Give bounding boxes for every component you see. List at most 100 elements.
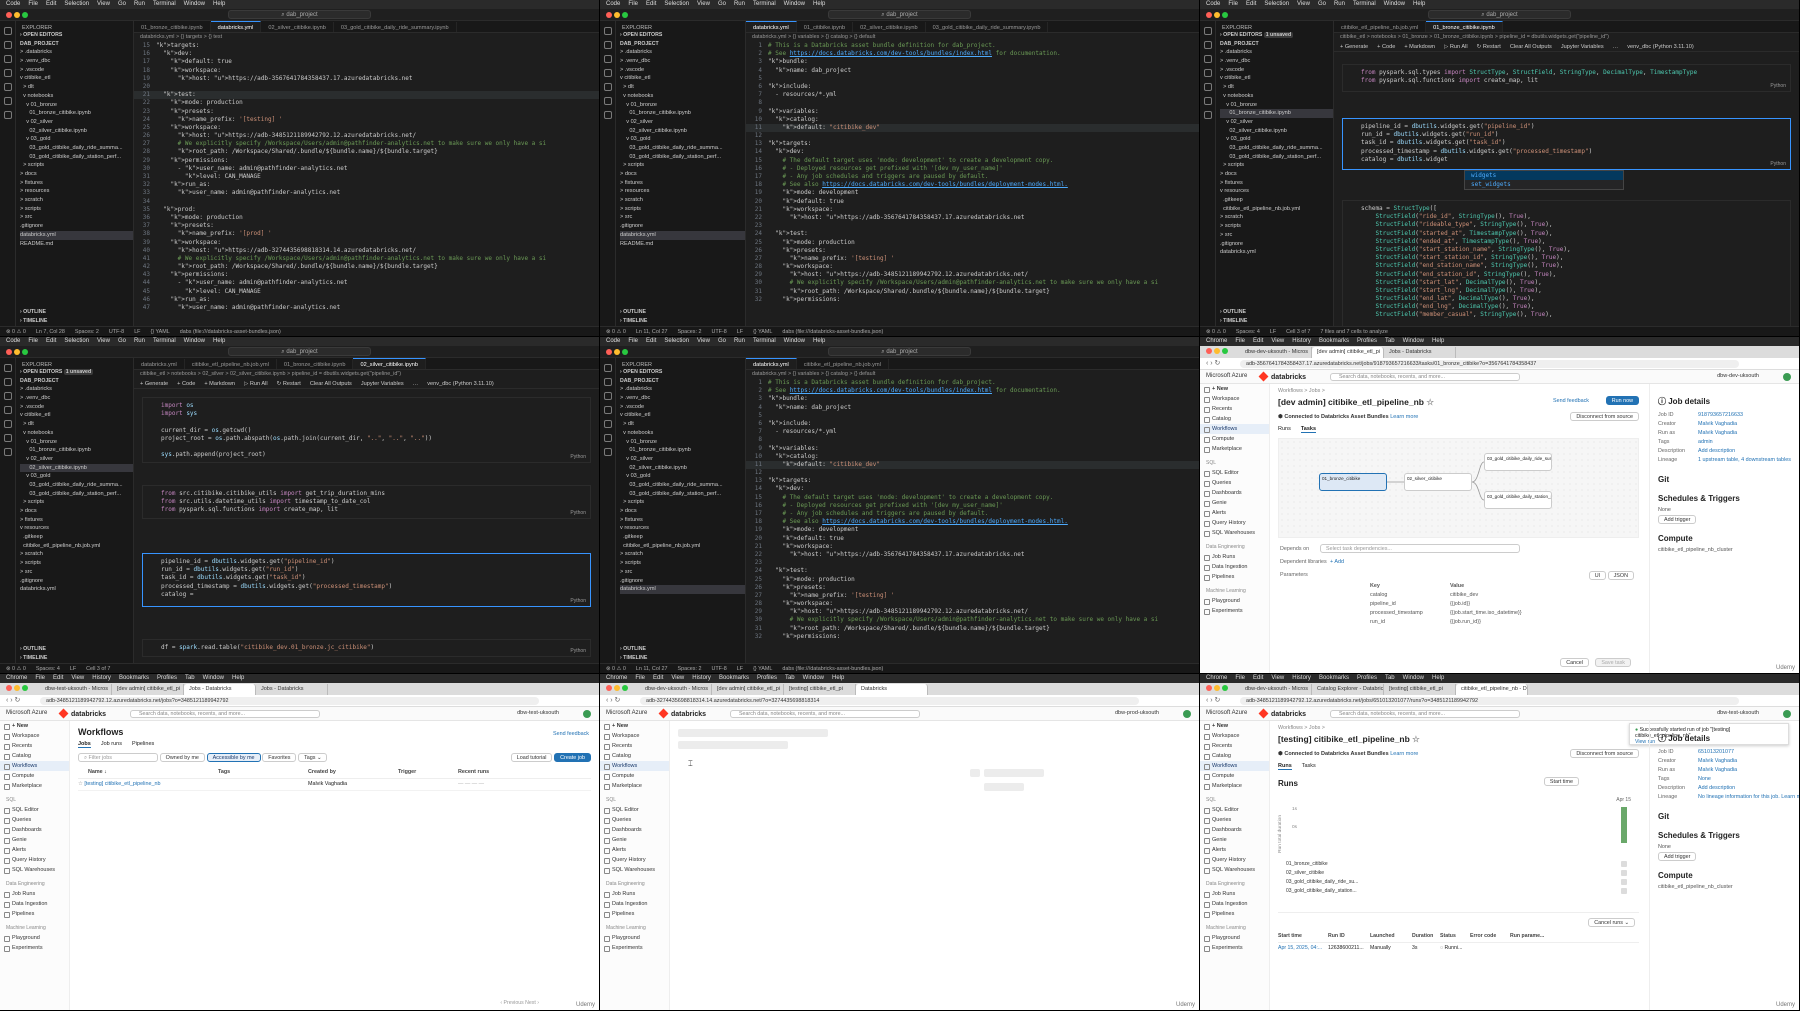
- filter-chip[interactable]: Owned by me: [159, 753, 205, 762]
- task-run-cell[interactable]: [1621, 888, 1627, 894]
- menu-item[interactable]: Code: [606, 1, 620, 7]
- code-editor[interactable]: 15 "k">targets: 16 "k">dev: 17 "k">default:…: [134, 42, 599, 326]
- tree-item[interactable]: > docs: [620, 170, 745, 179]
- notebook-toolbar-button[interactable]: + Code: [177, 381, 195, 387]
- files-icon[interactable]: [3, 27, 12, 35]
- star-icon[interactable]: ☆: [1412, 734, 1420, 744]
- workspace-selector[interactable]: dbw-prod-uksouth: [1115, 710, 1159, 716]
- browser-tab[interactable]: Jobs - Databricks: [1384, 347, 1456, 358]
- menu-item[interactable]: Edit: [46, 338, 56, 344]
- menu-item[interactable]: Chrome: [606, 675, 627, 681]
- breadcrumb[interactable]: databricks.yml > {} variables > {} catal…: [746, 370, 1199, 379]
- menu-item[interactable]: Profiles: [1357, 675, 1377, 681]
- nav-arrows-icon[interactable]: ‹ › ↻: [6, 696, 20, 704]
- tree-item[interactable]: 02_silver_citibike.ipynb: [620, 127, 745, 136]
- sidebar-item[interactable]: Pipelines: [600, 909, 669, 919]
- run-debug-icon[interactable]: [3, 406, 12, 414]
- cell-language[interactable]: Python: [570, 453, 586, 461]
- notebook-toolbar-button[interactable]: Clear All Outputs: [310, 381, 352, 387]
- tree-item[interactable]: v 02_silver: [620, 118, 745, 127]
- notebook-cell[interactable]: from pyspark.sql.types import StructType…: [1342, 64, 1791, 92]
- sidebar-item[interactable]: Recents: [1200, 741, 1269, 751]
- browser-tab[interactable]: dbw-dev-uksouth - Micros: [1240, 684, 1312, 695]
- tree-item[interactable]: README.md: [20, 240, 133, 249]
- menu-item[interactable]: File: [28, 338, 38, 344]
- avatar[interactable]: [1183, 710, 1191, 718]
- tree-item[interactable]: > dlt: [620, 83, 745, 92]
- sidebar-item[interactable]: Alerts: [1200, 508, 1269, 518]
- sidebar-item[interactable]: Pipelines: [1200, 909, 1269, 919]
- notebook-cell[interactable]: import os import sys current_dir = os.getc…: [142, 397, 591, 463]
- menu-item[interactable]: Selection: [64, 338, 89, 344]
- sidebar-item[interactable]: Experiments: [1200, 943, 1269, 953]
- menu-item[interactable]: View: [697, 1, 710, 7]
- params-ui-toggle[interactable]: UI: [1588, 571, 1607, 580]
- status-item[interactable]: LF: [737, 666, 743, 672]
- column-header[interactable]: Name ↓: [78, 769, 218, 775]
- files-icon[interactable]: [603, 364, 612, 372]
- search-icon[interactable]: [3, 378, 12, 386]
- editor-tab[interactable]: databricks.yml: [746, 21, 797, 32]
- sidebar-item[interactable]: Query History: [600, 855, 669, 865]
- browser-tab[interactable]: [dev admin] citibike_etl_pi: [112, 684, 184, 695]
- sidebar-item[interactable]: + New: [600, 721, 669, 731]
- sidebar-item[interactable]: Genie: [0, 835, 69, 845]
- menu-item[interactable]: Selection: [64, 1, 89, 7]
- sidebar-item[interactable]: Compute: [1200, 434, 1269, 444]
- tree-item[interactable]: v 01_bronze: [620, 438, 745, 447]
- databricks-logo[interactable]: databricks: [1258, 371, 1306, 382]
- tree-item[interactable]: v 03_gold: [20, 472, 133, 481]
- menu-item[interactable]: Go: [718, 1, 726, 7]
- url-input[interactable]: adb-3485121189942792.12.azuredatabricks.…: [40, 697, 539, 705]
- menu-item[interactable]: Run: [1334, 1, 1345, 7]
- menu-item[interactable]: Selection: [664, 338, 689, 344]
- start-time-filter[interactable]: Start time: [1543, 777, 1579, 786]
- tree-item[interactable]: v 01_bronze: [620, 101, 745, 110]
- menu-item[interactable]: Help: [813, 1, 825, 7]
- menu-item[interactable]: Chrome: [1206, 675, 1227, 681]
- tree-item[interactable]: > .venv_dbc: [620, 57, 745, 66]
- notebook-toolbar-button[interactable]: …: [413, 381, 419, 387]
- notebook-toolbar-button[interactable]: + Generate: [140, 381, 168, 387]
- tree-item[interactable]: v 01_bronze: [20, 438, 133, 447]
- extensions-icon[interactable]: [3, 83, 12, 91]
- menu-item[interactable]: Code: [1206, 1, 1220, 7]
- tree-item[interactable]: DAB_PROJECT: [1220, 40, 1333, 49]
- tree-item[interactable]: v citibike_etl: [620, 411, 745, 420]
- sidebar-item[interactable]: Playground: [1200, 933, 1269, 943]
- sidebar-item[interactable]: + New: [1200, 384, 1269, 394]
- create-job-button[interactable]: Create job: [554, 753, 591, 762]
- cell-language[interactable]: Python: [570, 647, 586, 655]
- menu-item[interactable]: Edit: [53, 675, 63, 681]
- menu-item[interactable]: Help: [813, 338, 825, 344]
- source-control-icon[interactable]: [1203, 55, 1212, 63]
- timeline-section[interactable]: › TIMELINE: [1220, 317, 1247, 325]
- outline-section[interactable]: › OUTLINE: [1220, 308, 1246, 316]
- menu-item[interactable]: View: [97, 1, 110, 7]
- editor-tab[interactable]: citibike_etl_pipeline_nb.job.yml: [1334, 22, 1427, 32]
- learn-more-link[interactable]: Learn more: [1390, 751, 1418, 757]
- job-tab[interactable]: Runs: [1278, 763, 1292, 770]
- notebook-toolbar-button[interactable]: ↻ Restart: [1477, 44, 1501, 50]
- status-item[interactable]: {} YAML: [753, 666, 772, 672]
- menu-item[interactable]: Code: [6, 338, 20, 344]
- menu-item[interactable]: Selection: [1264, 1, 1289, 7]
- tree-item[interactable]: databricks.yml: [620, 230, 745, 240]
- param-row[interactable]: pipeline_id {{job.id}}: [1370, 600, 1634, 609]
- sidebar-item[interactable]: Job Runs: [0, 889, 69, 899]
- add-library-link[interactable]: + Add: [1330, 559, 1344, 565]
- menu-item[interactable]: Edit: [1253, 675, 1263, 681]
- sidebar-item[interactable]: + New: [1200, 721, 1269, 731]
- url-input[interactable]: adb-3274435698818314.14.azuredatabricks.…: [640, 697, 1139, 705]
- editor-tab[interactable]: databricks.yml: [746, 358, 797, 369]
- menu-item[interactable]: View: [71, 675, 84, 681]
- timeline-section[interactable]: › TIMELINE: [620, 317, 647, 325]
- tree-item[interactable]: > scripts: [620, 498, 745, 507]
- next-page-button[interactable]: Next ›: [525, 1000, 539, 1006]
- tree-item[interactable]: > src: [20, 213, 133, 222]
- menu-item[interactable]: Terminal: [153, 1, 176, 7]
- column-header[interactable]: Duration: [1412, 933, 1440, 939]
- minimize-icon[interactable]: [614, 12, 620, 18]
- editor-tab[interactable]: citibike_etl_pipeline_nb.job.yml: [797, 359, 889, 369]
- tree-item[interactable]: v 02_silver: [1220, 118, 1333, 127]
